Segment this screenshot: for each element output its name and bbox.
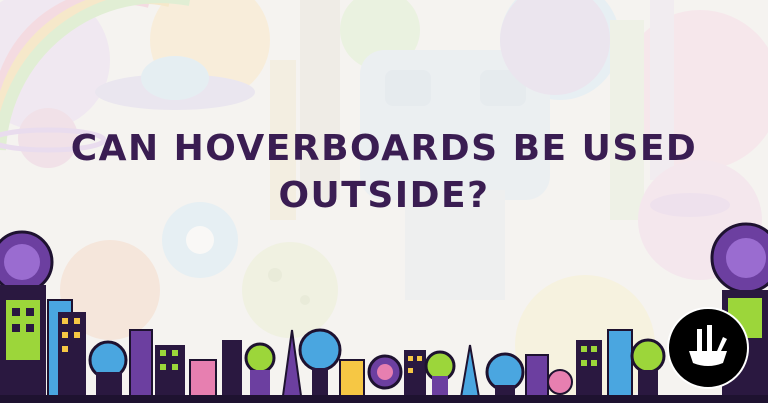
page-title: CAN HOVERBOARDS BE USED OUTSIDE?	[70, 125, 698, 219]
hero-banner: CAN HOVERBOARDS BE USED OUTSIDE?	[0, 0, 768, 403]
circle-logo-icon[interactable]	[667, 307, 749, 389]
title-line-2: OUTSIDE?	[278, 175, 490, 216]
title-line-1: CAN HOVERBOARDS BE USED	[70, 128, 698, 169]
